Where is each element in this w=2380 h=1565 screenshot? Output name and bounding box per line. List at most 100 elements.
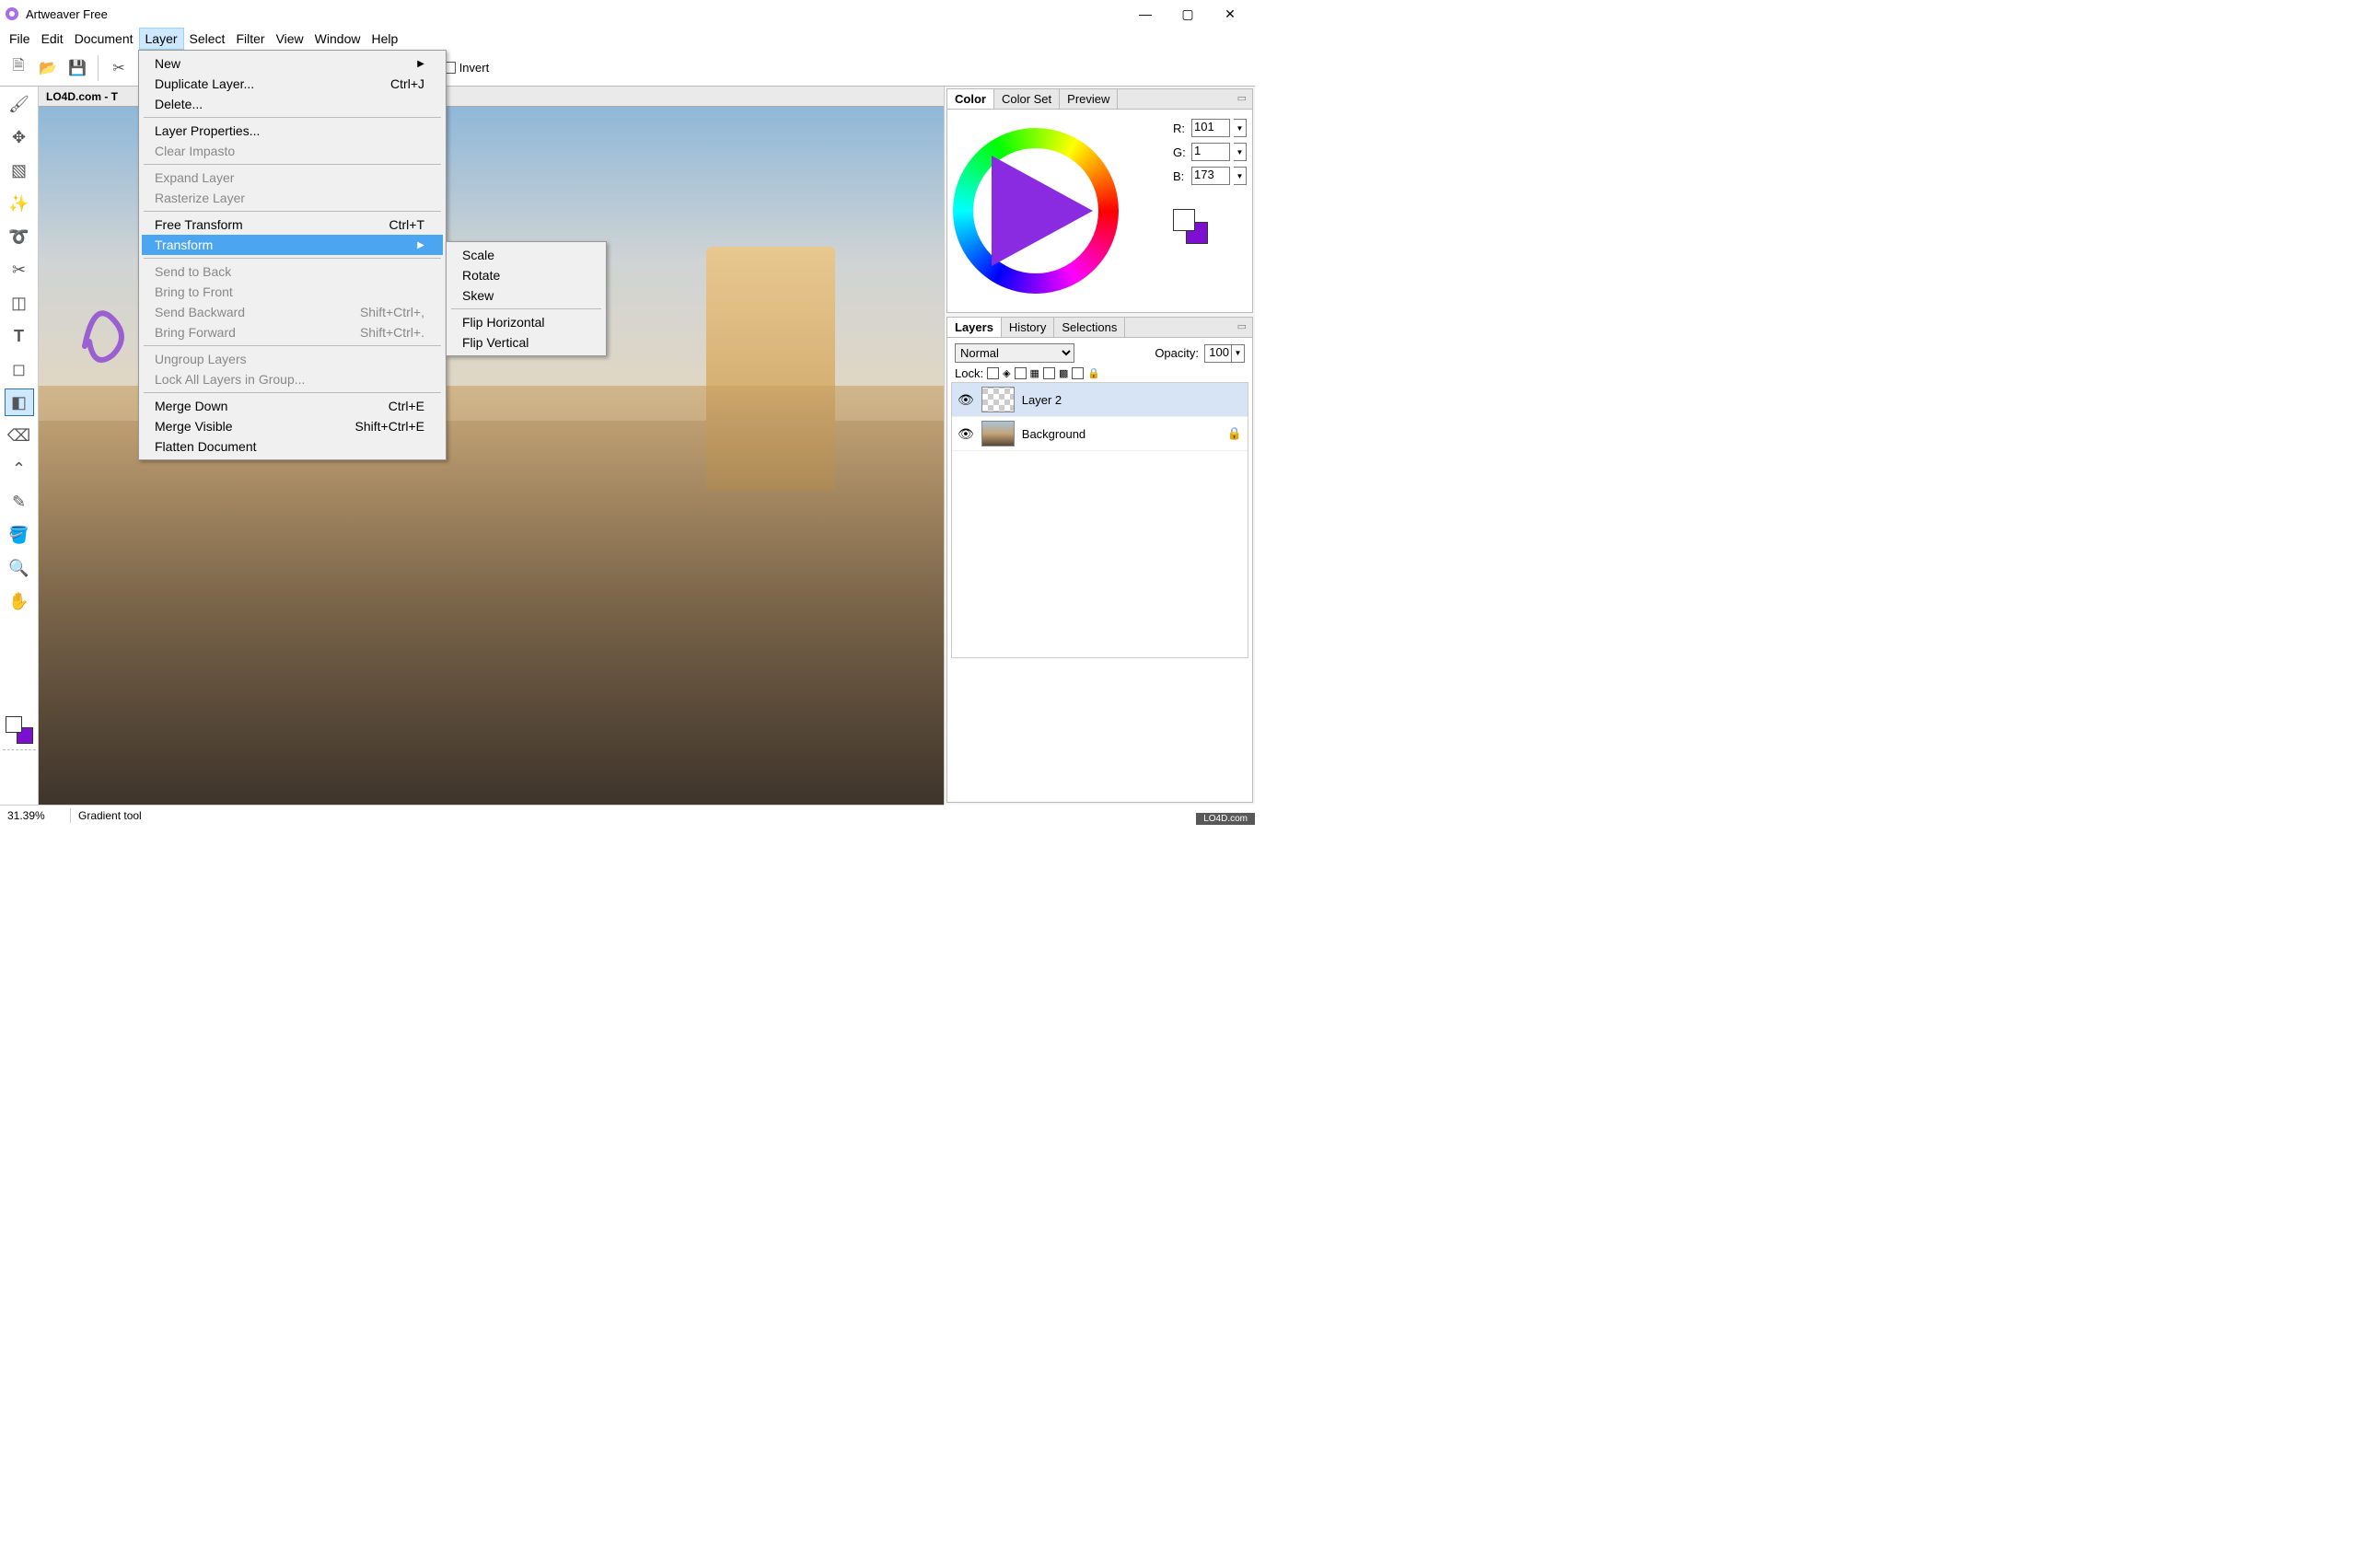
menu-item-free-transform[interactable]: Free TransformCtrl+T — [142, 214, 443, 235]
undock-icon[interactable]: ▭ — [1232, 318, 1252, 337]
menu-file[interactable]: File — [4, 28, 36, 50]
chevron-right-icon: ▶ — [417, 59, 424, 69]
eyedropper-tool-icon[interactable]: ✎ — [5, 488, 34, 516]
lock-pixels-icon: ▦ — [1030, 367, 1039, 379]
layers-panel: Layers History Selections ▭ Normal Opaci… — [946, 317, 1253, 803]
layer-item[interactable]: 👁 Background 🔒 — [952, 417, 1248, 451]
panel-fg-swatch[interactable] — [1173, 209, 1195, 231]
menu-window[interactable]: Window — [309, 28, 366, 50]
visibility-icon[interactable]: 👁 — [958, 392, 974, 408]
layer-item[interactable]: 👁 Layer 2 — [952, 383, 1248, 417]
menu-item-duplicate-layer-[interactable]: Duplicate Layer...Ctrl+J — [142, 74, 443, 94]
menu-item-flip-horizontal[interactable]: Flip Horizontal — [449, 312, 603, 332]
menu-item-flatten-document[interactable]: Flatten Document — [142, 436, 443, 457]
bucket-tool-icon[interactable]: 🪣 — [5, 521, 34, 549]
crop-tool-icon[interactable]: ✂ — [5, 256, 34, 284]
marquee-tool-icon[interactable]: ▧ — [5, 156, 34, 184]
preview-tab[interactable]: Preview — [1060, 89, 1118, 109]
maximize-button[interactable]: ▢ — [1167, 0, 1209, 28]
gradient-tool-icon[interactable]: ◧ — [5, 388, 34, 416]
layer-thumbnail[interactable] — [981, 421, 1015, 446]
menu-item-merge-visible[interactable]: Merge VisibleShift+Ctrl+E — [142, 416, 443, 436]
titlebar: Artweaver Free — ▢ ✕ — [0, 0, 1255, 28]
invert-label: Invert — [459, 61, 490, 75]
menu-item-clear-impasto: Clear Impasto — [142, 141, 443, 161]
menu-item-transform[interactable]: Transform▶ — [142, 235, 443, 255]
menu-item-lock-all-layers-in-group-: Lock All Layers in Group... — [142, 369, 443, 389]
move-tool-icon[interactable]: ✥ — [5, 123, 34, 151]
chevron-down-icon[interactable]: ▼ — [1234, 167, 1247, 185]
chevron-down-icon[interactable]: ▼ — [1234, 119, 1247, 137]
chevron-down-icon[interactable]: ▼ — [1231, 345, 1244, 362]
open-file-icon[interactable]: 📂 — [35, 55, 61, 81]
history-tab[interactable]: History — [1002, 318, 1054, 337]
zoom-display[interactable]: 31.39% — [7, 809, 63, 822]
menu-item-flip-vertical[interactable]: Flip Vertical — [449, 332, 603, 353]
menu-item-new[interactable]: New▶ — [142, 53, 443, 74]
lock-label: Lock: — [955, 366, 983, 380]
blend-mode-select[interactable]: Normal — [955, 343, 1074, 363]
layer-name[interactable]: Background — [1022, 427, 1086, 441]
magic-wand-tool-icon[interactable]: ✨ — [5, 190, 34, 217]
lock-pixels-checkbox[interactable] — [1015, 367, 1027, 379]
close-button[interactable]: ✕ — [1209, 0, 1251, 28]
chevron-down-icon[interactable]: ▼ — [1234, 143, 1247, 161]
statusbar: 31.39% Gradient tool — [0, 805, 944, 825]
r-label: R: — [1173, 122, 1188, 135]
undock-icon[interactable]: ▭ — [1232, 89, 1252, 109]
lock-all-checkbox[interactable] — [1072, 367, 1084, 379]
menu-help[interactable]: Help — [366, 28, 403, 50]
layer-opacity-label: Opacity: — [1155, 346, 1199, 360]
stamp-tool-icon[interactable]: ⌃ — [5, 455, 34, 482]
eraser-tool-icon[interactable]: ⌫ — [5, 422, 34, 449]
visibility-icon[interactable]: 👁 — [958, 426, 974, 442]
b-input[interactable]: 173 — [1191, 167, 1230, 185]
menu-document[interactable]: Document — [69, 28, 139, 50]
panel-swatches[interactable] — [1173, 209, 1247, 231]
brush-tool-icon[interactable]: 🖌 — [5, 90, 34, 118]
transform-submenu: ScaleRotateSkew Flip HorizontalFlip Verti… — [446, 241, 607, 356]
brush-preview — [3, 749, 36, 805]
color-panel: Color Color Set Preview ▭ R:101▼ G:1▼ B:… — [946, 88, 1253, 313]
new-file-icon[interactable]: 🗎 — [6, 55, 31, 81]
menu-select[interactable]: Select — [184, 28, 231, 50]
layers-tab[interactable]: Layers — [947, 318, 1002, 337]
minimize-button[interactable]: — — [1124, 0, 1167, 28]
b-label: B: — [1173, 169, 1188, 183]
g-input[interactable]: 1 — [1191, 143, 1230, 161]
cut-icon[interactable]: ✂ — [106, 55, 132, 81]
text-tool-icon[interactable]: T — [5, 322, 34, 350]
menu-item-delete-[interactable]: Delete... — [142, 94, 443, 114]
foreground-color-swatch[interactable] — [6, 716, 22, 733]
color-tab[interactable]: Color — [947, 89, 994, 109]
menu-edit[interactable]: Edit — [36, 28, 69, 50]
menu-item-scale[interactable]: Scale — [449, 245, 603, 265]
layer-opacity-input[interactable]: 100▼ — [1204, 344, 1245, 363]
layer-name[interactable]: Layer 2 — [1022, 393, 1062, 407]
g-label: G: — [1173, 145, 1188, 159]
app-icon — [4, 6, 20, 22]
watermark: LO4D.com — [1196, 813, 1255, 825]
selections-tab[interactable]: Selections — [1054, 318, 1125, 337]
menu-item-rotate[interactable]: Rotate — [449, 265, 603, 285]
menu-item-layer-properties-[interactable]: Layer Properties... — [142, 121, 443, 141]
layer-thumbnail[interactable] — [981, 387, 1015, 412]
menu-view[interactable]: View — [271, 28, 309, 50]
zoom-tool-icon[interactable]: 🔍 — [5, 554, 34, 582]
menu-layer[interactable]: Layer — [139, 28, 184, 50]
menu-item-merge-down[interactable]: Merge DownCtrl+E — [142, 396, 443, 416]
color-set-tab[interactable]: Color Set — [994, 89, 1060, 109]
color-wheel[interactable] — [953, 128, 1119, 294]
lasso-tool-icon[interactable]: ➰ — [5, 223, 34, 250]
r-input[interactable]: 101 — [1191, 119, 1230, 137]
save-file-icon[interactable]: 💾 — [64, 55, 90, 81]
color-swatches[interactable] — [6, 716, 33, 744]
hand-tool-icon[interactable]: ✋ — [5, 587, 34, 615]
menu-filter[interactable]: Filter — [230, 28, 270, 50]
shape-tool-icon[interactable]: ◻ — [5, 355, 34, 383]
lock-trans-checkbox[interactable] — [987, 367, 999, 379]
layer-dropdown: New▶Duplicate Layer...Ctrl+JDelete... Lay… — [138, 50, 447, 460]
perspective-tool-icon[interactable]: ◫ — [5, 289, 34, 317]
lock-position-checkbox[interactable] — [1043, 367, 1055, 379]
menu-item-skew[interactable]: Skew — [449, 285, 603, 306]
